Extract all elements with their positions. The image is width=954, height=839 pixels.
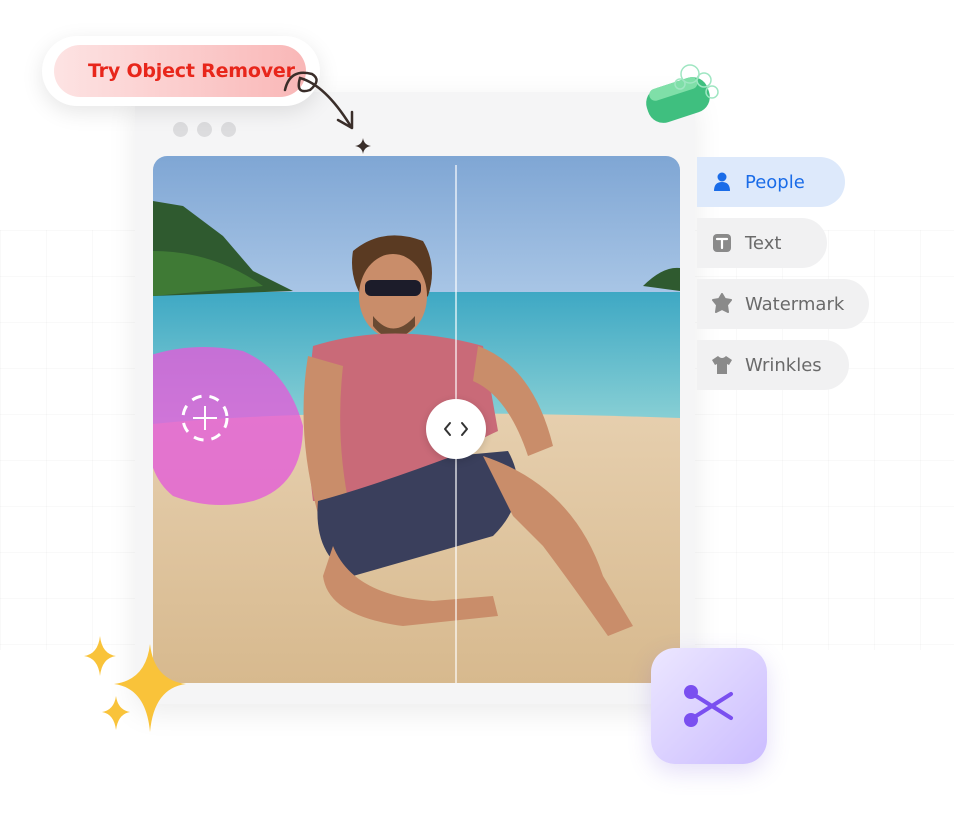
cta-label: Try Object Remover xyxy=(88,60,295,82)
soap-icon xyxy=(646,64,719,123)
compare-handle[interactable] xyxy=(426,399,486,459)
category-label: People xyxy=(745,171,805,193)
category-label: Watermark xyxy=(745,293,845,315)
compare-arrows-icon xyxy=(444,422,468,436)
category-label: Text xyxy=(745,232,782,254)
remove-tool-button[interactable] xyxy=(651,648,767,764)
try-object-remover-button[interactable]: Try Object Remover xyxy=(54,45,306,97)
watermark-icon xyxy=(711,293,733,315)
shirt-icon xyxy=(711,354,733,376)
category-label: Wrinkles xyxy=(745,354,822,376)
category-text[interactable]: Text xyxy=(697,218,827,268)
cta-container: Try Object Remover xyxy=(42,36,320,106)
person-icon xyxy=(711,171,733,193)
category-wrinkles[interactable]: Wrinkles xyxy=(697,340,849,390)
window-dot[interactable] xyxy=(197,122,212,137)
window-dot[interactable] xyxy=(173,122,188,137)
window-controls xyxy=(173,122,236,137)
photo-canvas[interactable] xyxy=(153,156,680,683)
window-dot[interactable] xyxy=(221,122,236,137)
scissors-icon xyxy=(684,685,733,727)
beach-photo xyxy=(153,156,680,683)
sparkle-icon xyxy=(84,636,186,732)
category-watermark[interactable]: Watermark xyxy=(697,279,869,329)
category-people[interactable]: People xyxy=(697,157,845,207)
text-icon xyxy=(711,232,733,254)
sparkle-icon xyxy=(355,138,371,154)
